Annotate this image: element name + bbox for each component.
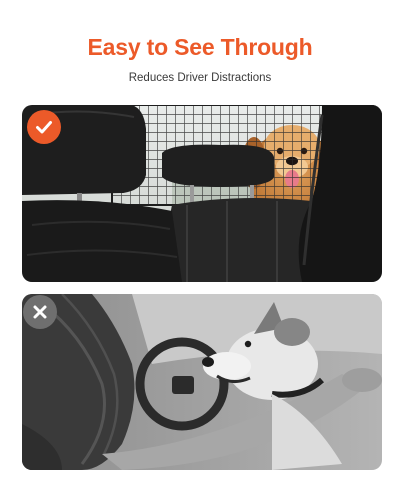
barrier-view-photo <box>22 105 382 282</box>
distracted-driver-photo <box>22 294 382 470</box>
car-interior-illustration <box>22 105 382 282</box>
driver-with-dog-illustration <box>22 294 382 470</box>
headline-title: Easy to See Through <box>87 34 313 60</box>
checkmark-icon <box>36 121 52 134</box>
checkmark-badge <box>27 110 61 144</box>
headline-subtitle: Reduces Driver Distractions <box>128 72 272 84</box>
cross-badge <box>23 295 57 329</box>
cross-icon <box>33 305 47 319</box>
